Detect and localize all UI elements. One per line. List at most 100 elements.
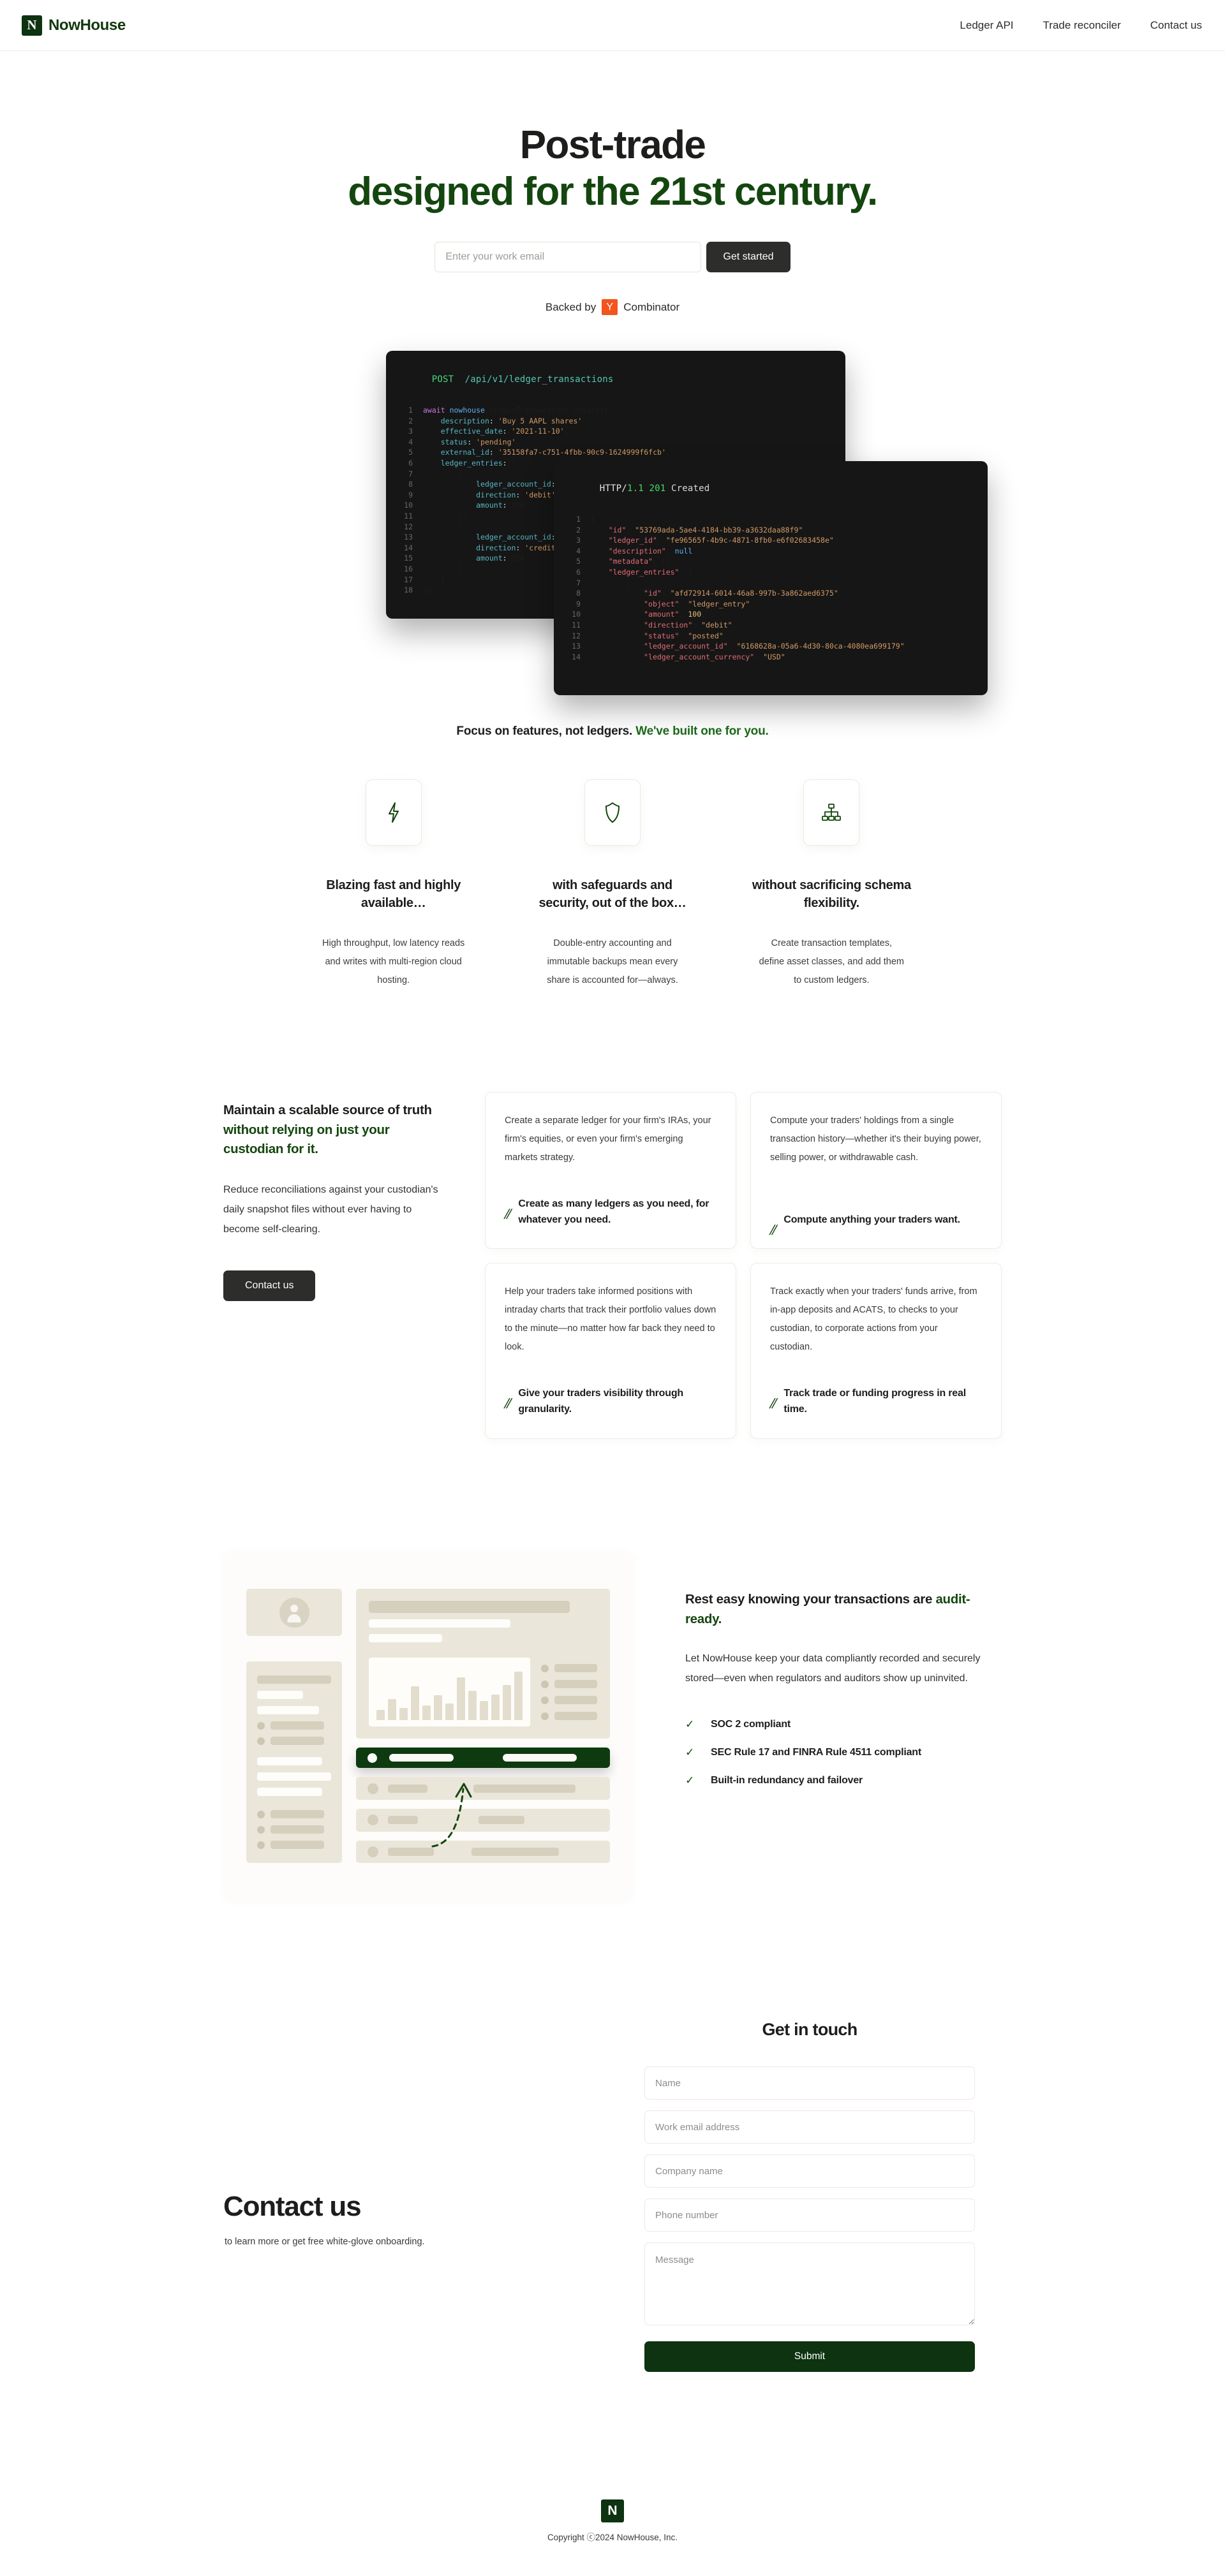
nav-link-contact-us[interactable]: Contact us bbox=[1150, 19, 1202, 32]
compliance-item: ✓ SEC Rule 17 and FINRA Rule 4511 compli… bbox=[685, 1747, 1002, 1758]
placeholder-bar bbox=[257, 1706, 320, 1715]
placeholder-bar bbox=[257, 1691, 303, 1700]
ledger-card-quote: // Create as many ledgers as you need, f… bbox=[503, 1167, 716, 1228]
phone-field[interactable] bbox=[644, 2198, 975, 2232]
footer-brand-mark-icon: N bbox=[601, 2499, 624, 2523]
illustration-panel bbox=[356, 1589, 610, 1739]
company-field[interactable] bbox=[644, 2154, 975, 2188]
placeholder-bar bbox=[369, 1634, 442, 1643]
brand-name: NowHouse bbox=[48, 16, 126, 34]
email-field[interactable] bbox=[644, 2110, 975, 2144]
compliance-label: SOC 2 compliant bbox=[711, 1718, 791, 1730]
response-line-numbers: 1 2 3 4 5 6 7 8 9 10 11 12 13 14 bbox=[572, 515, 581, 661]
ledger-card-quote: // Track trade or funding progress in re… bbox=[768, 1357, 982, 1418]
hero-line-1: Post-trade bbox=[519, 123, 706, 167]
ledger-card-body: Compute your traders' holdings from a si… bbox=[770, 1115, 981, 1163]
ledgers-paragraph: Reduce reconciliations against your cust… bbox=[223, 1184, 438, 1235]
features-eyebrow: Focus on features, not ledgers. We've bu… bbox=[0, 725, 1225, 739]
illustration-main bbox=[356, 1589, 610, 1864]
audit-heading-plain: Rest easy knowing your transactions are bbox=[685, 1592, 936, 1607]
response-code: { "id": "53769ada-5ae4-4184-bb39-a3632da… bbox=[591, 515, 909, 661]
placeholder-bar bbox=[257, 1788, 323, 1797]
get-started-button[interactable]: Get started bbox=[706, 242, 791, 273]
feature-title: Blazing fast and highly available… bbox=[326, 878, 461, 911]
ledger-card-quote: // Compute anything your traders want. bbox=[768, 1183, 982, 1239]
hero-line-2: designed for the 21st century. bbox=[348, 169, 878, 214]
ledger-card: Create a separate ledger for your firm's… bbox=[485, 1091, 736, 1249]
audit-heading: Rest easy knowing your transactions are … bbox=[685, 1590, 1002, 1630]
features-section: Focus on features, not ledgers. We've bu… bbox=[0, 725, 1225, 990]
http-method: POST bbox=[431, 374, 454, 385]
request-line-numbers: 1 2 3 4 5 6 7 8 9 10 11 12 13 14 15 16 17 18 bbox=[404, 406, 413, 595]
nav-link-ledger-api[interactable]: Ledger API bbox=[960, 19, 1013, 32]
message-field[interactable] bbox=[644, 2242, 975, 2326]
illustration-list-row bbox=[356, 1777, 610, 1800]
contact-form: Submit bbox=[644, 2066, 975, 2373]
contact-intro: Contact us to learn more or get free whi… bbox=[223, 2020, 606, 2372]
copyright-text: Copyright ⓒ2024 NowHouse, Inc. bbox=[547, 2533, 678, 2543]
site-footer: N Copyright ⓒ2024 NowHouse, Inc. bbox=[0, 2499, 1225, 2576]
ledgers-contact-us-button[interactable]: Contact us bbox=[223, 1270, 316, 1301]
name-field[interactable] bbox=[644, 2066, 975, 2100]
work-email-input[interactable] bbox=[434, 242, 702, 273]
hero-section: Post-trade designed for the 21st century… bbox=[0, 51, 1225, 316]
brand-logo[interactable]: N NowHouse bbox=[22, 15, 126, 36]
ledgers-heading: Maintain a scalable source of truth with… bbox=[223, 1101, 447, 1159]
contact-subtitle: to learn more or get free white-glove on… bbox=[225, 2237, 425, 2248]
placeholder-row bbox=[257, 1825, 331, 1834]
features-eyebrow-plain: Focus on features, not ledgers. bbox=[456, 725, 636, 739]
placeholder-bar bbox=[369, 1619, 510, 1628]
ledger-card-quote: // Give your traders visibility through … bbox=[503, 1357, 716, 1418]
response-version: 1.1 bbox=[627, 483, 644, 494]
check-icon: ✓ bbox=[685, 1774, 695, 1787]
submit-button[interactable]: Submit bbox=[644, 2341, 975, 2373]
ledger-card: Help your traders take informed position… bbox=[485, 1263, 736, 1439]
ledgers-heading-plain: Maintain a scalable source of truth bbox=[223, 1102, 432, 1117]
placeholder-row bbox=[257, 1721, 331, 1730]
feature-title: without sacrificing schema flexibility. bbox=[752, 878, 911, 911]
contact-title: Contact us bbox=[223, 2191, 362, 2223]
code-card-response: HTTP/1.1 201 Created 1 2 3 4 5 6 7 8 9 10 11 12 13 14… bbox=[554, 461, 988, 696]
audit-paragraph: Let NowHouse keep your data compliantly … bbox=[685, 1652, 981, 1684]
placeholder-row bbox=[257, 1810, 331, 1819]
placeholder-bar bbox=[257, 1675, 331, 1684]
ledger-card-quote-text: Give your traders visibility through gra… bbox=[518, 1388, 683, 1415]
illustration-highlight-bar bbox=[356, 1748, 610, 1769]
feature-title: with safeguards and security, out of the… bbox=[538, 878, 687, 911]
quote-icon: // bbox=[503, 1395, 512, 1413]
placeholder-bar bbox=[257, 1772, 331, 1781]
dashboard-illustration bbox=[223, 1550, 633, 1902]
y-combinator-icon: Y bbox=[602, 299, 618, 316]
illustration-list-row bbox=[356, 1840, 610, 1864]
feature-desc: High throughput, low latency reads and w… bbox=[322, 938, 465, 985]
illustration-nav bbox=[246, 1661, 342, 1864]
ledger-card-body: Help your traders take informed position… bbox=[505, 1286, 716, 1353]
quote-icon: // bbox=[768, 1221, 777, 1239]
hero-signup-form: Get started bbox=[0, 242, 1225, 273]
request-title: POST /api/v1/ledger_transactions bbox=[399, 364, 845, 395]
placeholder-bar bbox=[257, 1757, 323, 1766]
backed-by-label: Backed by bbox=[545, 300, 597, 313]
features-eyebrow-highlight: We've built one for you. bbox=[635, 725, 769, 739]
brand-mark-icon: N bbox=[22, 15, 42, 36]
ledger-card-quote-text: Track trade or funding progress in real … bbox=[783, 1388, 966, 1415]
compliance-label: SEC Rule 17 and FINRA Rule 4511 complian… bbox=[711, 1746, 921, 1758]
illustration-sidebar bbox=[246, 1589, 342, 1864]
ledgers-intro: Maintain a scalable source of truth with… bbox=[223, 1092, 447, 1439]
ledger-card: Compute your traders' holdings from a si… bbox=[750, 1091, 1002, 1249]
hero-heading: Post-trade designed for the 21st century… bbox=[0, 122, 1225, 215]
check-icon: ✓ bbox=[685, 1718, 695, 1731]
ledger-card-body: Create a separate ledger for your firm's… bbox=[505, 1115, 711, 1163]
compliance-item: ✓ Built-in redundancy and failover bbox=[685, 1775, 1002, 1786]
ledger-card-body: Track exactly when your traders' funds a… bbox=[770, 1286, 977, 1353]
backed-by-badge: Backed by Y Combinator bbox=[0, 299, 1225, 316]
compliance-list: ✓ SOC 2 compliant ✓ SEC Rule 17 and FINR… bbox=[685, 1719, 1002, 1786]
main-nav: Ledger API Trade reconciler Contact us bbox=[960, 19, 1202, 32]
ledger-card-quote-text: Create as many ledgers as you need, for … bbox=[518, 1198, 709, 1225]
bolt-icon bbox=[365, 779, 422, 846]
response-proto: HTTP/ bbox=[599, 483, 627, 494]
http-path: /api/v1/ledger_transactions bbox=[464, 374, 614, 385]
nav-link-trade-reconciler[interactable]: Trade reconciler bbox=[1043, 19, 1121, 32]
sitemap-icon bbox=[803, 779, 860, 846]
placeholder-row bbox=[257, 1737, 331, 1746]
